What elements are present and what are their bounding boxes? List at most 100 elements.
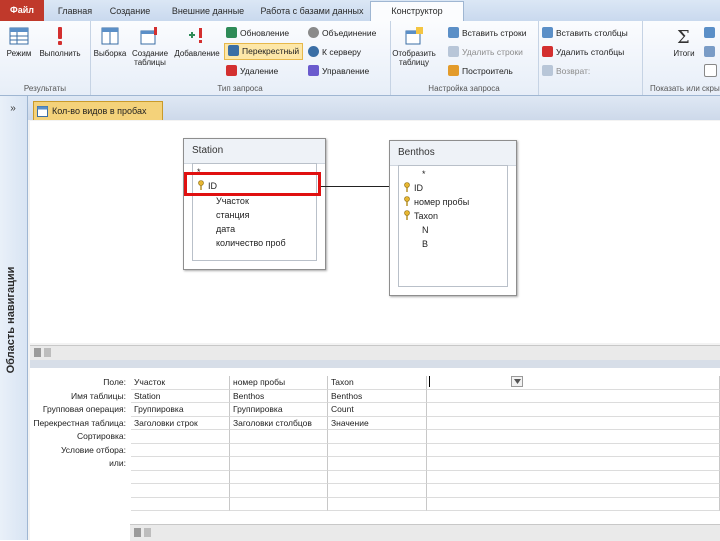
table-benthos[interactable]: Benthos * ID номер пробы Taxon N B bbox=[389, 140, 517, 296]
grid-cell[interactable] bbox=[427, 470, 720, 484]
field-stanciya[interactable]: станция bbox=[216, 208, 250, 222]
pane-splitter[interactable] bbox=[30, 360, 720, 368]
results-group-label: Результаты bbox=[23, 84, 67, 93]
insert-rows-button[interactable]: Вставить строки bbox=[448, 26, 526, 41]
run-button[interactable]: Выполнить bbox=[36, 25, 84, 58]
delete-columns-button[interactable]: Удалить столбцы bbox=[542, 45, 624, 60]
grid-cell[interactable] bbox=[328, 484, 427, 498]
table-station-title[interactable]: Station bbox=[184, 139, 325, 164]
grid-cell[interactable] bbox=[427, 430, 720, 444]
grid-cell[interactable] bbox=[230, 497, 328, 511]
tab-database-tools[interactable]: Работа с базами данных bbox=[256, 2, 368, 20]
scroll-thumb[interactable] bbox=[134, 528, 141, 537]
property-sheet-button[interactable] bbox=[704, 45, 718, 60]
grid-cell[interactable]: Группировка bbox=[230, 403, 328, 417]
field-uchastok[interactable]: Участок bbox=[216, 194, 249, 208]
query-document-tab[interactable]: Кол-во видов в пробах bbox=[33, 101, 163, 120]
union-button[interactable]: Объединение bbox=[308, 26, 376, 41]
pass-through-label: К серверу bbox=[322, 47, 362, 57]
grid-cell[interactable]: Benthos bbox=[230, 389, 328, 403]
totals-button[interactable]: Σ Итоги bbox=[666, 25, 702, 58]
grid-cell[interactable] bbox=[131, 457, 230, 471]
grid-cell[interactable] bbox=[427, 416, 720, 430]
field-all[interactable]: * bbox=[422, 167, 426, 181]
make-table-button[interactable]: Создание таблицы bbox=[128, 25, 172, 67]
query-tab-label: Кол-во видов в пробах bbox=[52, 106, 147, 116]
grid-cell[interactable] bbox=[230, 470, 328, 484]
update-button[interactable]: Обновление bbox=[226, 26, 289, 41]
grid-cell[interactable]: Benthos bbox=[328, 389, 427, 403]
scroll-left-arrow[interactable] bbox=[144, 528, 151, 537]
delete-query-button[interactable]: Удаление bbox=[226, 64, 278, 79]
scroll-thumb[interactable] bbox=[34, 348, 41, 357]
scroll-left-arrow[interactable] bbox=[44, 348, 51, 357]
table-benthos-field-list[interactable]: * ID номер пробы Taxon N B bbox=[398, 165, 508, 287]
grid-cell[interactable] bbox=[131, 497, 230, 511]
show-table-button[interactable]: Отобразить таблицу bbox=[392, 25, 436, 67]
tab-create[interactable]: Создание bbox=[104, 2, 156, 20]
grid-cell[interactable]: Группировка bbox=[131, 403, 230, 417]
diagram-horizontal-scrollbar[interactable] bbox=[30, 345, 720, 360]
field-dropdown-button[interactable] bbox=[511, 376, 523, 387]
select-query-button[interactable]: Выборка bbox=[92, 25, 128, 58]
table-diagram-pane[interactable] bbox=[30, 121, 720, 343]
grid-cell[interactable]: Значение bbox=[328, 416, 427, 430]
nav-pane-toggle[interactable]: » bbox=[5, 103, 21, 115]
grid-cell[interactable]: Заголовки столбцов bbox=[230, 416, 328, 430]
data-definition-button[interactable]: Управление bbox=[308, 64, 369, 79]
pass-through-button[interactable]: К серверу bbox=[308, 45, 361, 60]
grid-cell[interactable] bbox=[427, 389, 720, 403]
grid-cell[interactable] bbox=[427, 443, 720, 457]
insert-columns-button[interactable]: Вставить столбцы bbox=[542, 26, 628, 41]
grid-cell[interactable] bbox=[328, 457, 427, 471]
field-n[interactable]: N bbox=[422, 223, 429, 237]
tab-design[interactable]: Конструктор bbox=[370, 1, 464, 23]
table-benthos-title[interactable]: Benthos bbox=[390, 141, 516, 166]
text-cursor bbox=[429, 376, 430, 387]
delete-rows-icon bbox=[448, 46, 459, 57]
field-nomer-proby[interactable]: номер пробы bbox=[403, 195, 469, 209]
view-button[interactable]: Режим bbox=[2, 25, 36, 58]
field-b[interactable]: B bbox=[422, 237, 428, 251]
field-data[interactable]: дата bbox=[216, 222, 235, 236]
grid-cell[interactable] bbox=[328, 430, 427, 444]
grid-cell[interactable] bbox=[427, 497, 720, 511]
grid-cell[interactable]: Заголовки строк bbox=[131, 416, 230, 430]
builder-button[interactable]: Построитель bbox=[448, 64, 513, 79]
return-selector[interactable]: Возврат: bbox=[542, 64, 590, 79]
grid-cell[interactable] bbox=[328, 470, 427, 484]
table-names-button[interactable] bbox=[704, 64, 720, 79]
relationship-join-line[interactable] bbox=[321, 186, 389, 187]
parameters-button[interactable] bbox=[704, 26, 718, 41]
grid-cell[interactable] bbox=[131, 443, 230, 457]
grid-cell[interactable] bbox=[427, 484, 720, 498]
grid-cell[interactable] bbox=[328, 497, 427, 511]
tab-file[interactable]: Файл bbox=[0, 0, 44, 21]
grid-cell[interactable] bbox=[131, 484, 230, 498]
grid-cell[interactable]: Count bbox=[328, 403, 427, 417]
grid-cell[interactable] bbox=[230, 457, 328, 471]
delete-rows-button[interactable]: Удалить строки bbox=[448, 45, 523, 60]
grid-cell[interactable] bbox=[328, 443, 427, 457]
grid-cell[interactable] bbox=[230, 443, 328, 457]
grid-cell[interactable]: номер пробы bbox=[230, 376, 328, 390]
grid-cell[interactable] bbox=[427, 376, 720, 390]
grid-cell[interactable] bbox=[427, 403, 720, 417]
field-id[interactable]: ID bbox=[403, 181, 423, 195]
grid-horizontal-scrollbar[interactable] bbox=[130, 524, 720, 541]
crosstab-button[interactable]: Перекрестный bbox=[224, 43, 304, 60]
grid-cell[interactable] bbox=[427, 457, 720, 471]
tab-external-data[interactable]: Внешние данные bbox=[162, 2, 254, 20]
grid-cell[interactable] bbox=[131, 430, 230, 444]
grid-cell[interactable] bbox=[230, 430, 328, 444]
field-kolichestvo-prob[interactable]: количество проб bbox=[216, 236, 286, 250]
field-taxon[interactable]: Taxon bbox=[403, 209, 438, 223]
tab-home[interactable]: Главная bbox=[52, 2, 98, 20]
grid-cell[interactable] bbox=[131, 470, 230, 484]
grid-cell[interactable] bbox=[230, 484, 328, 498]
grid-cell[interactable]: Участок bbox=[131, 376, 230, 390]
append-button[interactable]: Добавление bbox=[172, 25, 222, 58]
grid-cell[interactable]: Station bbox=[131, 389, 230, 403]
grid-cell[interactable]: Taxon bbox=[328, 376, 427, 390]
table-station[interactable]: Station * ID Участок станция дата количе… bbox=[183, 138, 326, 270]
